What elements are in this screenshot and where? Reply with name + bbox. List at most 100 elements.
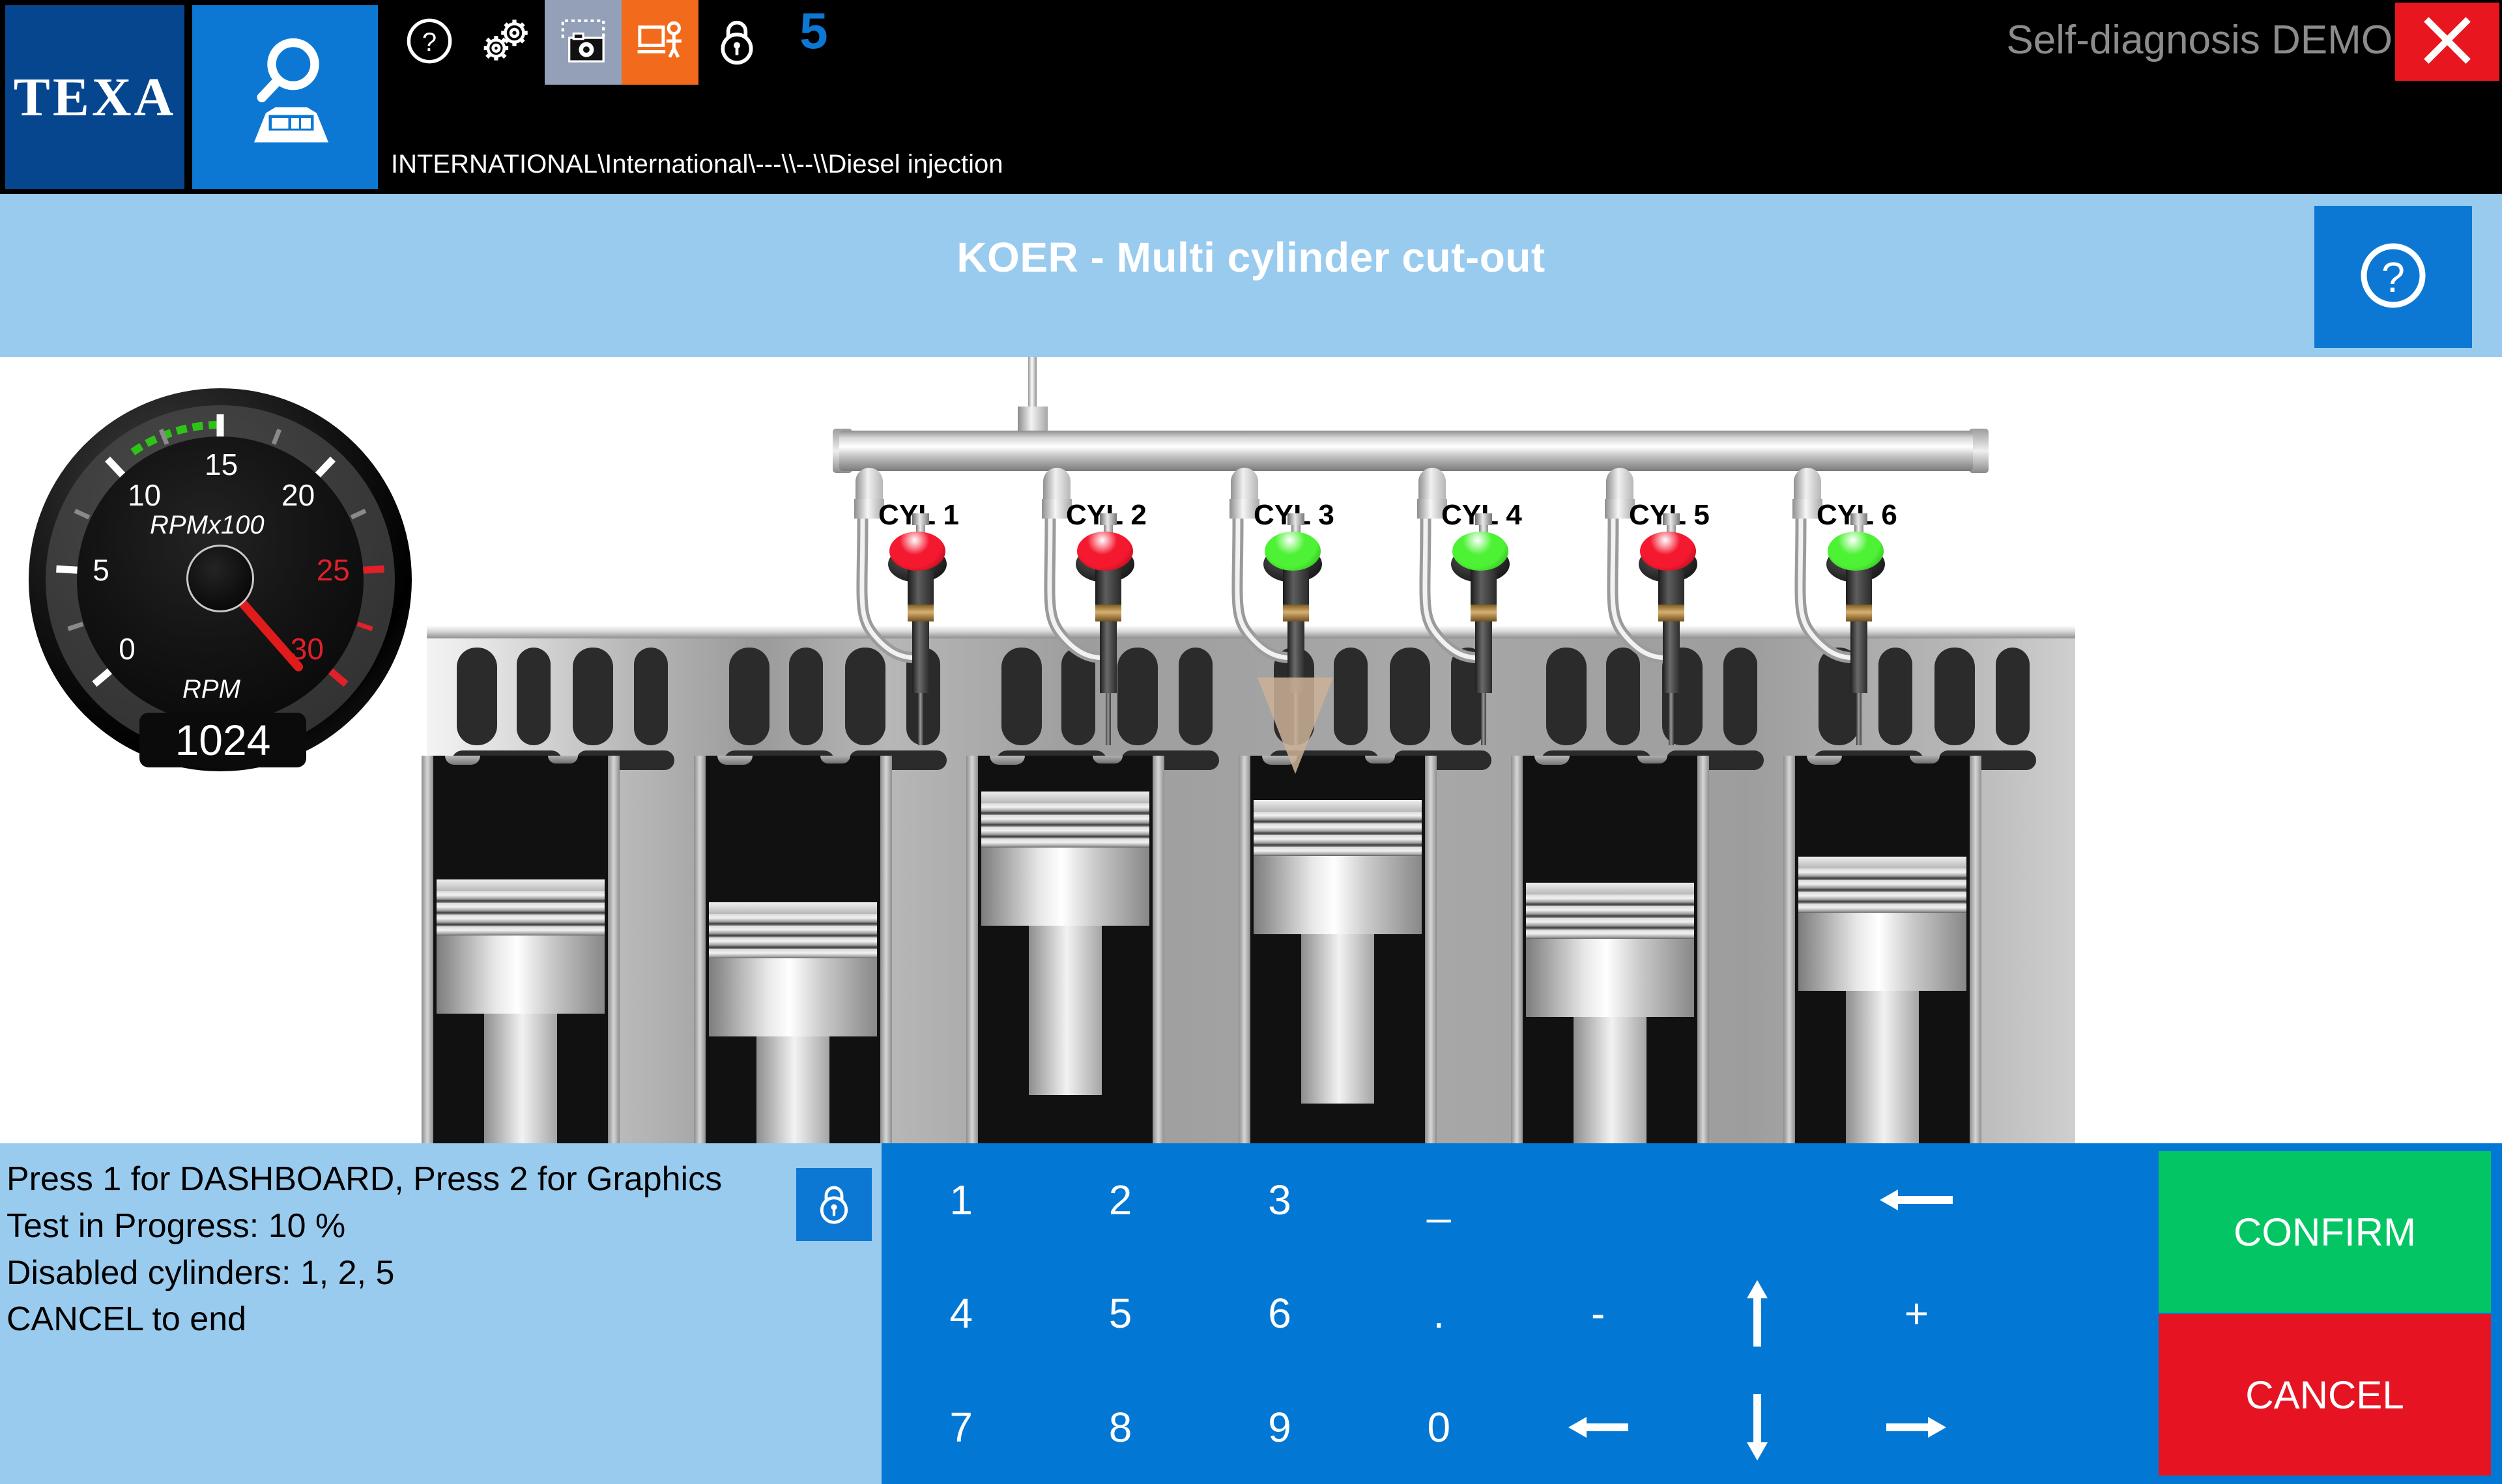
gears-settings-icon [478,16,535,70]
bore-wall [966,756,978,1143]
rpm-gauge: RPMx100 RPM 0 5 10 15 20 25 30 1024 [12,369,429,799]
bore-wall [1970,756,1981,1143]
injector-top [1287,513,1304,525]
gauge-tick-label: 10 [127,478,162,512]
key-blank-3 [1996,1143,2155,1257]
injector-tip [918,693,923,745]
screenshot-button[interactable] [545,0,622,85]
key-4[interactable]: 4 [882,1257,1041,1370]
piston-skirt [981,848,1149,926]
valve-seat [820,756,850,763]
piston-rings [709,914,877,958]
vehicle-selection-tile[interactable] [192,5,378,189]
key-0[interactable]: 0 [1359,1371,1518,1484]
piston-rings [1526,894,1694,939]
svg-text:?: ? [2381,253,2405,301]
keypad-actions: CONFIRM CANCEL [2159,1151,2491,1477]
numeric-keypad: 1 2 3 _ 4 5 6. - +7 8 9 0 CONFIRM CANCEL [882,1143,2502,1484]
injector-copper-band [1471,605,1497,621]
key-blank-2 [1678,1143,1837,1257]
screenshot-camera-icon [556,14,610,71]
valve-seat [717,756,753,765]
valve-seat [548,756,578,763]
key-8[interactable]: 8 [1041,1371,1200,1484]
rail-outlet-port [1606,468,1633,502]
valve-seat [990,756,1025,765]
valve-seat [1807,756,1842,765]
key-arrow-left[interactable] [1519,1371,1678,1484]
key-arrow-down[interactable] [1678,1371,1837,1484]
remote-assistance-button[interactable] [622,0,698,85]
injector-copper-band [1095,605,1121,621]
settings-gears-button[interactable] [468,0,545,85]
gauge-tick-label: 20 [281,478,315,512]
status-lock-button[interactable] [796,1168,872,1241]
valve [1334,648,1368,745]
cancel-button[interactable]: CANCEL [2159,1314,2491,1476]
piston-skirt [1798,913,1966,991]
piston [1798,857,1966,1143]
rail-outlet-port [856,468,883,502]
connecting-rod [484,1014,557,1143]
key-period[interactable]: . [1359,1257,1518,1370]
mode-label: Self-diagnosis DEMO [2006,18,2393,63]
led-cap [889,532,945,571]
valve [1996,648,2030,745]
key-1[interactable]: 1 [882,1143,1041,1257]
piston-crown [709,902,877,914]
key-arrow-right[interactable] [1837,1371,1996,1484]
valve [573,648,613,745]
valve [517,648,551,745]
key-6[interactable]: 6 [1200,1257,1359,1370]
key-plus[interactable]: + [1837,1257,1996,1370]
page-title-bar: KOER - Multi cylinder cut-out [0,194,2502,357]
injector-lower-body [1850,621,1867,693]
notification-badge[interactable]: 5 [775,0,852,85]
key-minus[interactable]: - [1519,1257,1678,1370]
valve-seat [1534,756,1570,765]
injector-copper-band [1283,605,1309,621]
piston-rings [1798,868,1966,913]
key-arrow-up[interactable] [1678,1257,1837,1370]
injector-copper-band [1846,605,1872,621]
injector-tip [1669,693,1674,745]
confirm-button[interactable]: CONFIRM [2159,1151,2491,1313]
cylinder-bores [422,756,2075,1143]
key-backspace[interactable] [1837,1143,1996,1257]
key-blank-5 [1996,1371,2155,1484]
key-underscore[interactable]: _ [1359,1143,1518,1257]
lock-button[interactable] [698,0,775,85]
common-rail [839,431,1973,471]
valve [1934,648,1975,745]
piston-crown [1526,883,1694,894]
key-2[interactable]: 2 [1041,1143,1200,1257]
status-line: Test in Progress: 10 % [7,1206,346,1245]
injector-lower-body [1475,621,1492,693]
key-9[interactable]: 9 [1200,1371,1359,1484]
injector-tip [1481,693,1486,745]
status-pane: Press 1 for DASHBOARD, Press 2 for Graph… [0,1143,882,1484]
vehicle-search-icon [237,35,334,159]
valve-seat [1637,756,1667,763]
valve [789,648,823,745]
help-icon-button[interactable]: ? [391,0,468,85]
status-line: Press 1 for DASHBOARD, Press 2 for Graph… [7,1160,723,1198]
texa-logo-text: TEXA [13,66,177,128]
key-7[interactable]: 7 [882,1371,1041,1484]
gauge-tick-label: 0 [119,631,136,666]
status-line: Disabled cylinders: 1, 2, 5 [7,1253,395,1292]
piston-rings [1254,812,1422,856]
page-help-button[interactable]: ? [2314,206,2472,348]
bore-wall [1153,756,1164,1143]
injector-top [1850,513,1867,525]
key-5[interactable]: 5 [1041,1257,1200,1370]
app-window: TEXA ? 5 INTERNATIONAL\International\---… [0,0,2502,1484]
status-text: Press 1 for DASHBOARD, Press 2 for Graph… [7,1156,722,1343]
key-3[interactable]: 3 [1200,1143,1359,1257]
valve [1546,648,1587,745]
close-button[interactable] [2395,3,2499,81]
bore-wall [422,756,433,1143]
bore-wall [1697,756,1709,1143]
breadcrumb-line-1: INTERNATIONAL\International\---\\--\\Die… [391,150,1003,179]
texa-logo-tile[interactable]: TEXA [5,5,184,189]
